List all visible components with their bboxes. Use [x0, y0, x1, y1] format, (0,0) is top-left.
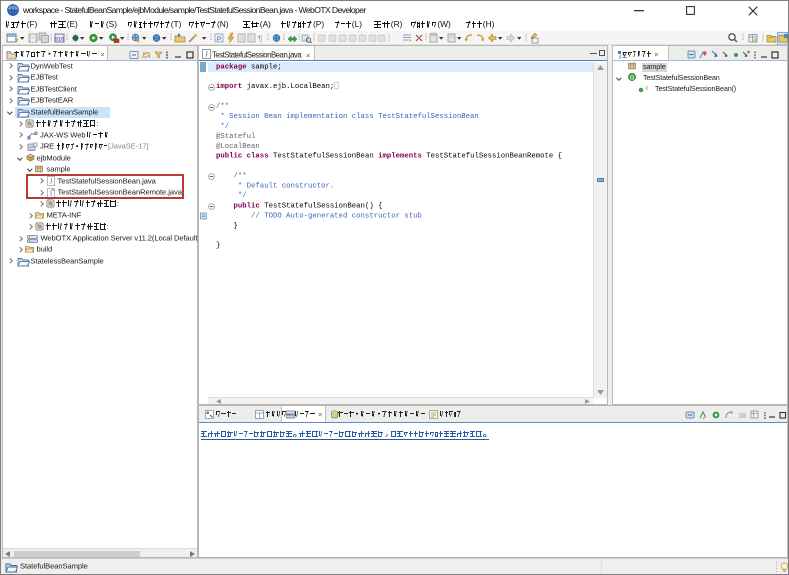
svg-text:P: P [217, 36, 221, 43]
svg-text:¶: ¶ [258, 35, 262, 44]
svg-text:J: J [205, 51, 208, 59]
svg-text:c: c [646, 85, 649, 91]
svg-text:G: G [630, 76, 635, 82]
svg-text:010: 010 [55, 36, 65, 43]
